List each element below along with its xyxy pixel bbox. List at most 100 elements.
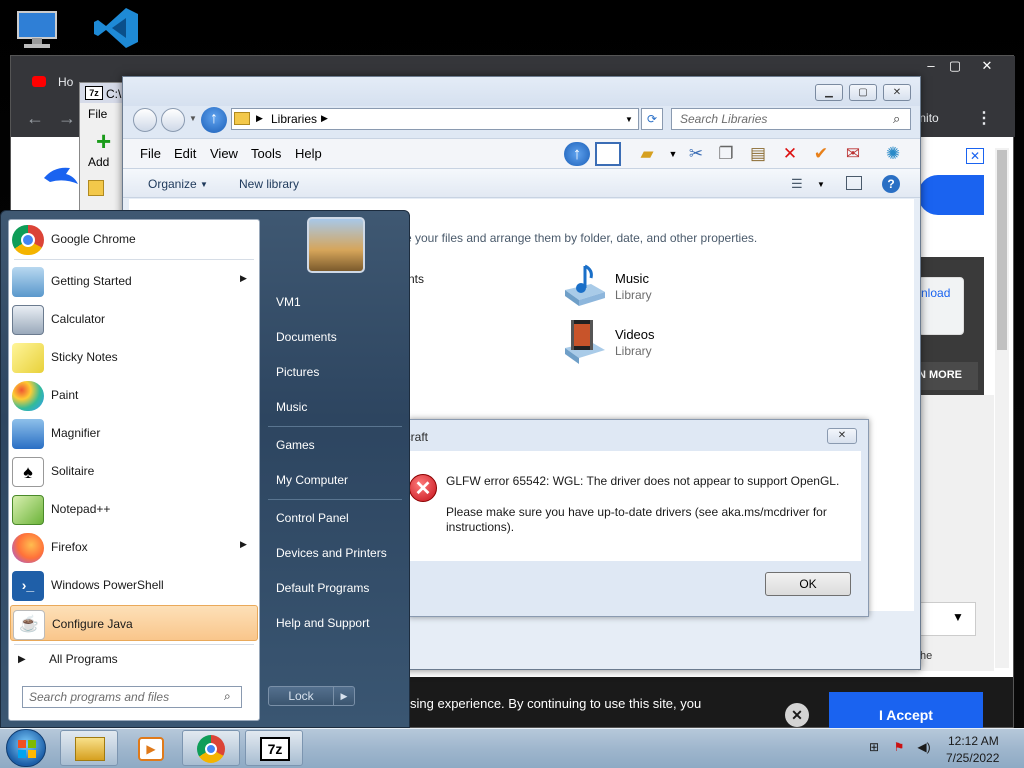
volume-icon[interactable]: ◀)	[916, 740, 932, 756]
search-input[interactable]: Search Libraries	[671, 108, 911, 130]
videos-library-name[interactable]: Videos	[615, 327, 655, 342]
checkmark-icon[interactable]: ✔	[808, 142, 834, 166]
menu-help[interactable]: Help	[295, 146, 322, 161]
taskbar-explorer-button[interactable]	[60, 730, 118, 766]
start-item-firefox[interactable]: Firefox ▶	[10, 529, 258, 565]
organize-button[interactable]: Organize	[148, 177, 197, 191]
sevenzip-add-button[interactable]: Add	[88, 155, 109, 169]
preview-pane-toggle-icon[interactable]	[846, 176, 862, 190]
recent-pages-icon[interactable]: ▼	[189, 114, 197, 123]
start-right-devices-printers[interactable]: Devices and Printers	[276, 546, 387, 560]
help-icon[interactable]: ?	[882, 175, 900, 193]
chrome-menu-icon[interactable]: ⋮	[976, 108, 992, 128]
music-library-icon[interactable]	[561, 262, 609, 308]
start-search-input[interactable]: Search programs and files	[22, 686, 242, 708]
start-right-help-support[interactable]: Help and Support	[276, 616, 369, 630]
chrome-scroll-thumb[interactable]	[997, 150, 1007, 350]
start-item-configure-java[interactable]: ☕ Configure Java	[10, 605, 258, 641]
chevron-down-icon[interactable]: ▼	[817, 180, 825, 189]
explorer-close-button[interactable]: ✕	[883, 84, 911, 101]
ad-close-icon[interactable]: ✕	[966, 148, 984, 164]
site-blue-button[interactable]	[918, 175, 984, 215]
start-item-powershell[interactable]: ›_ Windows PowerShell	[10, 567, 258, 603]
properties-icon[interactable]: ✉	[840, 142, 866, 166]
taskbar-7zip-button[interactable]: 7z	[245, 730, 303, 766]
documents-library-label[interactable]: nts	[408, 272, 424, 286]
view-options-icon[interactable]: ☰	[791, 176, 803, 192]
start-item-google-chrome[interactable]: Google Chrome	[10, 221, 258, 257]
calculator-icon	[12, 305, 44, 335]
forward-button[interactable]	[161, 108, 185, 132]
folder-options-icon[interactable]: ▰	[634, 142, 660, 166]
sevenzip-icon: 7z	[260, 737, 290, 761]
paint-icon	[12, 381, 44, 411]
start-right-games[interactable]: Games	[276, 438, 315, 452]
start-right-music[interactable]: Music	[276, 400, 307, 414]
explorer-minimize-button[interactable]: ▁	[815, 84, 843, 101]
ok-button[interactable]: OK	[765, 572, 851, 596]
chrome-close-button[interactable]: ✕	[973, 58, 1001, 74]
action-center-flag-icon[interactable]: ⚑	[891, 740, 907, 756]
copy-icon[interactable]: ❐	[713, 142, 739, 166]
network-tray-icon[interactable]: ⊞	[866, 740, 882, 756]
videos-library-icon[interactable]	[561, 318, 609, 364]
cookie-close-icon[interactable]: ✕	[785, 703, 809, 727]
paste-icon[interactable]: ▤	[745, 142, 771, 166]
clock-date[interactable]: 7/25/2022	[946, 751, 999, 765]
start-right-control-panel[interactable]: Control Panel	[276, 511, 349, 525]
shutdown-options-arrow-icon[interactable]: ▶	[333, 686, 355, 706]
side-dropdown[interactable]	[918, 602, 976, 636]
start-item-label: Calculator	[51, 312, 106, 326]
start-item-label: Windows PowerShell	[51, 578, 164, 592]
start-item-getting-started[interactable]: Getting Started ▶	[10, 263, 258, 299]
folder-up-icon[interactable]	[88, 180, 104, 196]
start-item-sticky-notes[interactable]: Sticky Notes	[10, 339, 258, 375]
menu-file[interactable]: File	[140, 146, 161, 161]
address-dropdown-icon[interactable]: ▼	[625, 115, 633, 124]
clock-time[interactable]: 12:12 AM	[948, 734, 999, 748]
folder-icon	[75, 737, 105, 761]
menu-view[interactable]: View	[210, 146, 238, 161]
menu-edit[interactable]: Edit	[174, 146, 196, 161]
start-right-documents[interactable]: Documents	[276, 330, 337, 344]
menu-tools[interactable]: Tools	[251, 146, 281, 161]
taskbar-chrome-button[interactable]	[182, 730, 240, 766]
start-item-solitaire[interactable]: ♠ Solitaire	[10, 453, 258, 489]
start-item-paint[interactable]: Paint	[10, 377, 258, 413]
taskbar-media-player-button[interactable]: ▶	[121, 730, 179, 766]
dialog-close-icon[interactable]: ✕	[827, 428, 857, 444]
start-right-vm1[interactable]: VM1	[276, 295, 301, 309]
start-item-magnifier[interactable]: Magnifier	[10, 415, 258, 451]
start-item-notepadpp[interactable]: Notepad++	[10, 491, 258, 527]
learn-more-button[interactable]: N MORE	[918, 362, 978, 390]
start-item-calculator[interactable]: Calculator	[10, 301, 258, 337]
explorer-maximize-button[interactable]: ▢	[849, 84, 877, 101]
new-library-button[interactable]: New library	[239, 177, 299, 191]
chrome-maximize-button[interactable]: ▢	[941, 58, 969, 74]
lock-button[interactable]: Lock	[268, 686, 334, 706]
computer-icon[interactable]	[14, 8, 62, 52]
vscode-icon[interactable]	[92, 6, 140, 50]
refresh-icon[interactable]: ⟳	[641, 108, 663, 130]
user-avatar[interactable]	[307, 217, 365, 273]
download-button[interactable]: nload	[918, 277, 964, 335]
network-icon[interactable]: ✺	[880, 142, 906, 166]
start-right-separator	[268, 499, 402, 500]
delete-icon[interactable]: ✕	[777, 142, 803, 166]
start-right-pictures[interactable]: Pictures	[276, 365, 319, 379]
all-programs-button[interactable]: All Programs	[49, 652, 118, 666]
up-folder-icon[interactable]: ↑	[564, 142, 590, 166]
sevenzip-file-menu[interactable]: File	[88, 107, 107, 121]
preview-pane-icon[interactable]	[595, 142, 621, 166]
back-arrow-icon[interactable]: ←	[26, 108, 44, 129]
cut-icon[interactable]: ✂	[683, 142, 709, 166]
start-right-default-programs[interactable]: Default Programs	[276, 581, 369, 595]
forward-arrow-icon[interactable]: →	[58, 108, 76, 129]
music-library-name[interactable]: Music	[615, 271, 649, 286]
start-right-my-computer[interactable]: My Computer	[276, 473, 348, 487]
breadcrumb[interactable]: Libraries	[271, 112, 317, 126]
accept-button[interactable]: I Accept	[829, 692, 983, 732]
start-button[interactable]	[6, 729, 46, 767]
back-button[interactable]	[133, 108, 157, 132]
up-arrow-icon[interactable]: ↑	[201, 107, 227, 133]
